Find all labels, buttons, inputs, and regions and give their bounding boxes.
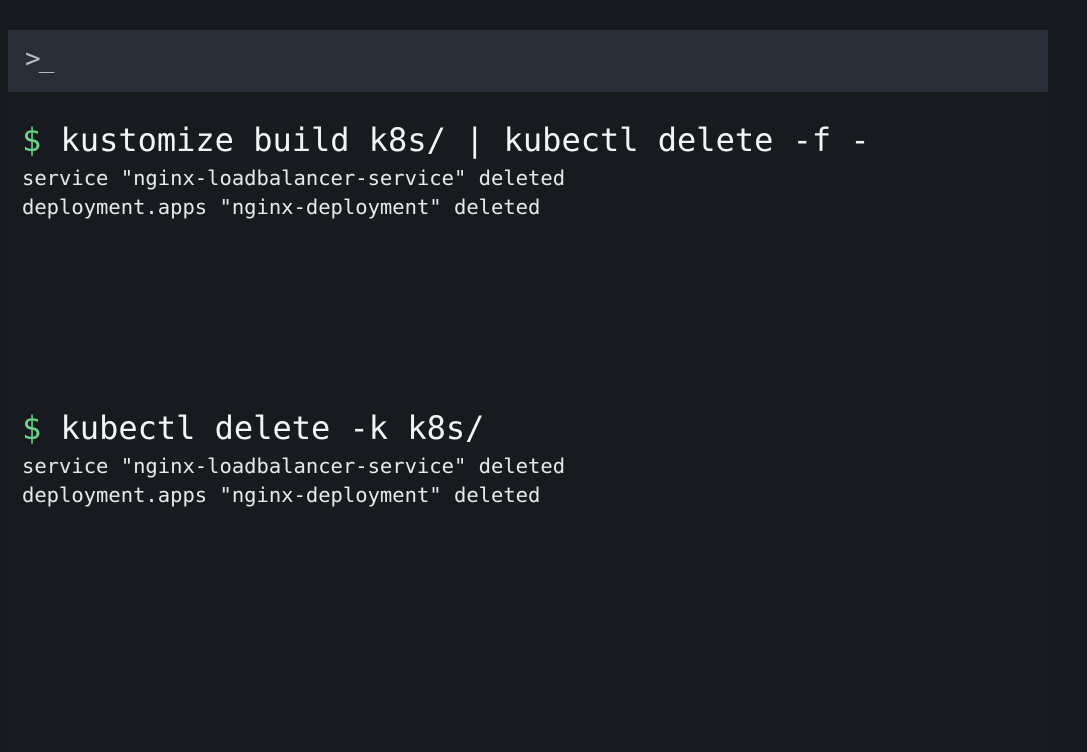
output-line: deployment.apps "nginx-deployment" delet… [22, 195, 541, 219]
output-line: deployment.apps "nginx-deployment" delet… [22, 483, 541, 507]
output-line: service "nginx-loadbalancer-service" del… [22, 166, 566, 190]
terminal-prompt-icon: >_ [25, 44, 54, 74]
command-block: $ kustomize build k8s/ | kubectl delete … [22, 118, 870, 222]
terminal-title-bar: >_ [8, 30, 1048, 92]
prompt-symbol: $ [22, 409, 42, 447]
command-line: $ kubectl delete -k k8s/ [22, 406, 565, 450]
prompt-symbol: $ [22, 121, 42, 159]
command-text: kustomize build k8s/ | kubectl delete -f… [60, 121, 870, 159]
command-output: service "nginx-loadbalancer-service" del… [22, 452, 565, 510]
terminal-window[interactable]: >_ $ kustomize build k8s/ | kubectl dele… [8, 30, 1048, 752]
command-block: $ kubectl delete -k k8s/ service "nginx-… [22, 406, 565, 510]
window-edge [1048, 0, 1087, 752]
command-text: kubectl delete -k k8s/ [60, 409, 485, 447]
command-output: service "nginx-loadbalancer-service" del… [22, 164, 870, 222]
command-line: $ kustomize build k8s/ | kubectl delete … [22, 118, 870, 162]
output-line: service "nginx-loadbalancer-service" del… [22, 454, 566, 478]
